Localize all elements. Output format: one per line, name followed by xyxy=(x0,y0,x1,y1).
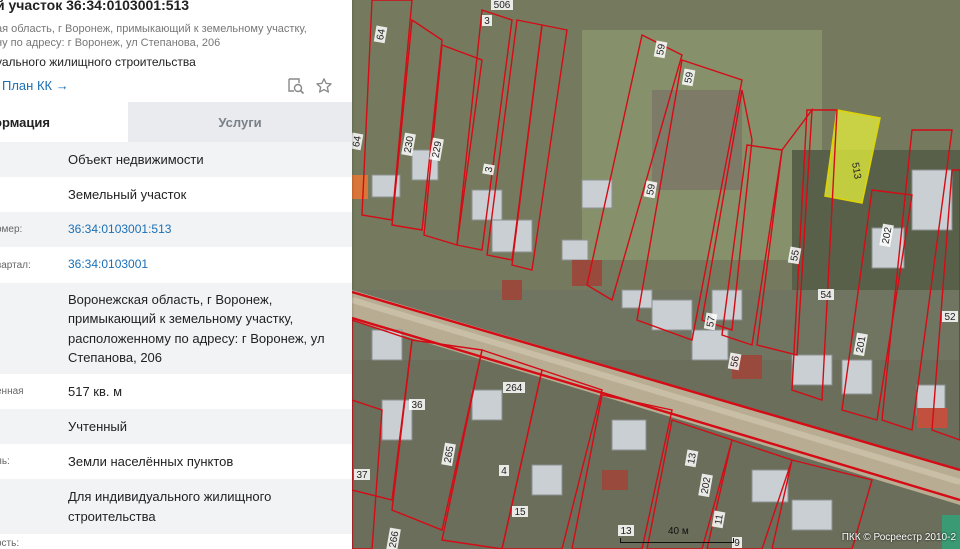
scale-label: 40 м xyxy=(668,526,689,537)
parcel-label: 264 xyxy=(506,383,523,394)
parcel-label: 52 xyxy=(944,312,956,323)
row-label: ль: xyxy=(0,456,10,467)
star-icon[interactable] xyxy=(314,76,334,96)
tab-information[interactable]: ормация xyxy=(0,102,128,142)
row-label: енная xyxy=(0,386,24,397)
card-address-line1: ая область, г Воронеж, примыкающий к зем… xyxy=(0,23,307,35)
row-address: Воронежская область, г Воронеж, примыкаю… xyxy=(0,283,352,374)
row-value: Земельный участок xyxy=(68,186,187,202)
row-kind: Земельный участок xyxy=(0,177,352,212)
row-permitted-use: : Для индивидуального жилищного строител… xyxy=(0,479,352,534)
plan-kk-link[interactable]: План КК → xyxy=(2,78,69,93)
parcel-label: 3 xyxy=(484,16,490,27)
search-icon[interactable] xyxy=(286,76,306,96)
info-panel: й участок 36:34:0103001:513 ая область, … xyxy=(0,0,352,549)
parcel-label: 4 xyxy=(501,466,507,477)
card-address-line2: ну по адресу: г Воронеж, ул Степанова, 2… xyxy=(0,37,221,49)
row-ownership: ость: xyxy=(0,534,352,549)
row-area: енная 517 кв. м xyxy=(0,374,352,409)
row-label: ость: xyxy=(0,538,20,549)
satellite-map[interactable]: 513 506364595964 230 229359202555452575620… xyxy=(352,0,960,549)
parcel-label: 506 xyxy=(494,0,511,11)
row-value: Для индивидуального жилищного строительс… xyxy=(68,489,272,524)
row-type: Объект недвижимости xyxy=(0,142,352,177)
row-category: ль: Земли населённых пунктов xyxy=(0,444,352,479)
parcel-label: 9 xyxy=(734,538,740,549)
card-permitted-use: уального жилищного строительства xyxy=(0,55,196,69)
tabs: ормация Услуги xyxy=(0,102,352,142)
parcel-label: 37 xyxy=(356,470,368,481)
row-value: 517 кв. м xyxy=(68,383,123,399)
parcel-label: 54 xyxy=(820,290,832,301)
map-view[interactable]: 513 506 3 64 59 59 64 230 229 3 59 202 55 54 52 57 56 20… xyxy=(352,0,960,549)
parcel-label: 36 xyxy=(411,400,423,411)
card-title: й участок 36:34:0103001:513 xyxy=(0,0,190,13)
row-value: Воронежская область, г Воронеж, примыкаю… xyxy=(68,291,325,366)
copyright: ПКК © Росреестр 2010-2 xyxy=(841,532,956,543)
row-value: Учтенный xyxy=(68,418,128,434)
row-value: Объект недвижимости xyxy=(68,151,204,167)
parcel-label: 15 xyxy=(514,507,526,518)
quarter-link[interactable]: 36:34:0103001 xyxy=(68,255,338,275)
cadastral-number-link[interactable]: 36:34:0103001:513 xyxy=(68,220,338,240)
row-quarter: вартал: 36:34:0103001 xyxy=(0,247,352,283)
row-value: Земли населённых пунктов xyxy=(68,453,234,469)
row-cadastral-number: омер: 36:34:0103001:513 xyxy=(0,212,352,247)
attribute-table: Объект недвижимости Земельный участок ом… xyxy=(0,142,352,549)
tab-services[interactable]: Услуги xyxy=(128,102,352,142)
row-label: : xyxy=(0,501,60,512)
row-status: Учтенный xyxy=(0,409,352,444)
parcel-label: 13 xyxy=(620,526,632,537)
scale-bar xyxy=(620,538,734,543)
row-label: вартал: xyxy=(0,259,31,271)
row-label: омер: xyxy=(0,224,23,235)
card-address: ая область, г Воронеж, примыкающий к зем… xyxy=(0,22,336,50)
